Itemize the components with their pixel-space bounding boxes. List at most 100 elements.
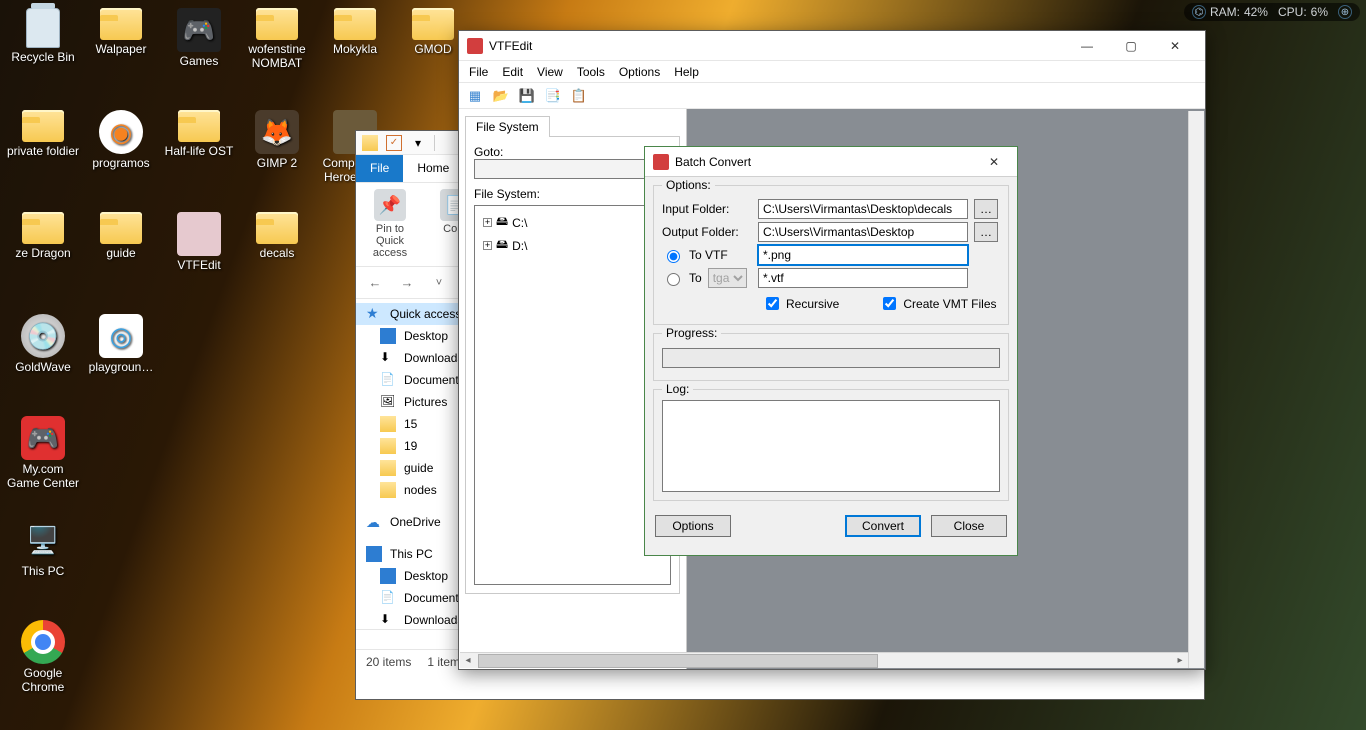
nav-recent[interactable]: ˅ — [428, 277, 450, 289]
app-chrome[interactable]: Google Chrome — [6, 620, 80, 694]
app-programos[interactable]: ◉programos — [84, 110, 158, 170]
minimize-button[interactable]: — — [1065, 32, 1109, 60]
tree-label: C:\ — [512, 216, 527, 230]
menu-view[interactable]: View — [537, 65, 563, 79]
batch-app-icon — [653, 154, 669, 170]
sidenav-label: Pictures — [404, 395, 447, 409]
radio-to-fmt-input[interactable] — [667, 273, 680, 286]
scroll-right-icon[interactable]: ▸ — [1172, 655, 1188, 666]
dialog-close-button[interactable]: ✕ — [979, 148, 1009, 176]
sidenav-label: Documents — [404, 591, 465, 605]
folder-walpaper[interactable]: Walpaper — [84, 8, 158, 56]
tab-home[interactable]: Home — [403, 155, 463, 182]
radio-to-vtf-input[interactable] — [667, 250, 680, 263]
vtfedit-app-icon — [467, 38, 483, 54]
vtfedit-hscroll[interactable]: ◂ ▸ — [460, 652, 1188, 668]
expand-icon[interactable]: + — [483, 218, 492, 227]
convert-button[interactable]: Convert — [845, 515, 921, 537]
tree-node-d[interactable]: +🖴D:\ — [483, 235, 666, 256]
icon-label: GoldWave — [6, 360, 80, 374]
log-group: Log: — [653, 389, 1009, 501]
sidenav-label: 15 — [404, 417, 417, 431]
batch-convert-dialog[interactable]: Batch Convert ✕ Options: Input Folder: …… — [644, 146, 1018, 556]
dialog-buttons: Options Convert Close — [645, 509, 1017, 547]
cloud-icon: ☁ — [366, 514, 382, 530]
icon-label: guide — [84, 246, 158, 260]
new-file-icon[interactable]: ▦ — [465, 86, 485, 106]
radio-to-fmt[interactable]: To tga — [662, 268, 758, 288]
close-button[interactable]: ✕ — [1153, 32, 1197, 60]
folder-decals[interactable]: decals — [240, 212, 314, 260]
vtfedit-titlebar[interactable]: VTFEdit — ▢ ✕ — [459, 31, 1205, 61]
goto-input[interactable] — [474, 159, 671, 179]
sidenav-label: guide — [404, 461, 433, 475]
folder-wofenstine[interactable]: wofenstine NOMBAT — [240, 8, 314, 70]
log-textarea[interactable] — [662, 400, 1000, 492]
this-pc[interactable]: 🖥️This PC — [6, 518, 80, 578]
folder-mokykla[interactable]: Mokykla — [318, 8, 392, 56]
output-folder-field[interactable] — [758, 222, 968, 242]
app-mycom[interactable]: 🎮My.com Game Center — [6, 416, 80, 490]
menu-help[interactable]: Help — [674, 65, 699, 79]
vtfedit-vscroll[interactable] — [1188, 111, 1204, 668]
open-file-icon[interactable]: 📂 — [491, 86, 511, 106]
vtfedit-menubar: File Edit View Tools Options Help — [459, 61, 1205, 83]
app-playground[interactable]: ◎playgroun… — [84, 314, 158, 374]
recursive-input[interactable] — [766, 297, 779, 310]
paste-icon[interactable]: 📋 — [569, 86, 589, 106]
input-folder-field[interactable] — [758, 199, 968, 219]
scroll-left-icon[interactable]: ◂ — [460, 655, 476, 666]
browse-output-button[interactable]: … — [974, 222, 998, 242]
sidenav-label: Downloads — [404, 613, 463, 627]
options-button[interactable]: Options — [655, 515, 731, 537]
checkbox-icon[interactable]: ✓ — [386, 135, 402, 151]
close-button[interactable]: Close — [931, 515, 1007, 537]
qat-overflow-icon[interactable]: ▾ — [410, 135, 426, 151]
menu-tools[interactable]: Tools — [577, 65, 605, 79]
pattern-in-field[interactable] — [758, 245, 968, 265]
create-vmt-checkbox[interactable]: Create VMT Files — [879, 294, 996, 313]
copy-icon[interactable]: 📑 — [543, 86, 563, 106]
icon-label: private foldier — [6, 144, 80, 158]
pattern-out-field[interactable] — [758, 268, 968, 288]
folder-games[interactable]: 🎮Games — [162, 8, 236, 68]
save-icon[interactable]: 💾 — [517, 86, 537, 106]
pin-quick-access[interactable]: 📌Pin to Quick access — [362, 189, 418, 260]
folder-guide[interactable]: guide — [84, 212, 158, 260]
app-gimp[interactable]: 🦊GIMP 2 — [240, 110, 314, 170]
drive-icon: 🖴 — [496, 212, 508, 233]
tree-node-c[interactable]: + 🖴 C:\ — [483, 212, 666, 233]
browse-input-button[interactable]: … — [974, 199, 998, 219]
downloads-icon: ⬇ — [380, 350, 396, 366]
app-goldwave[interactable]: 💿GoldWave — [6, 314, 80, 374]
sidenav-label: Desktop — [404, 569, 448, 583]
batch-titlebar[interactable]: Batch Convert ✕ — [645, 147, 1017, 177]
menu-options[interactable]: Options — [619, 65, 660, 79]
menu-file[interactable]: File — [469, 65, 488, 79]
hscroll-thumb[interactable] — [478, 654, 878, 668]
tab-filesystem[interactable]: File System — [465, 116, 550, 137]
documents-icon: 📄 — [380, 372, 396, 388]
create-vmt-input[interactable] — [883, 297, 896, 310]
progress-group: Progress: — [653, 333, 1009, 381]
folder-ze-dragon[interactable]: ze Dragon — [6, 212, 80, 260]
folder-icon — [380, 460, 396, 476]
format-select[interactable]: tga — [708, 268, 747, 288]
recursive-checkbox[interactable]: Recursive — [762, 294, 839, 313]
folder-private[interactable]: private foldier — [6, 110, 80, 158]
folder-hl-ost[interactable]: Half-life OST — [162, 110, 236, 158]
maximize-button[interactable]: ▢ — [1109, 32, 1153, 60]
radio-to-vtf[interactable]: To VTF — [662, 247, 758, 263]
recycle-bin[interactable]: Recycle Bin — [6, 8, 80, 64]
tab-file[interactable]: File — [356, 155, 403, 182]
filesystem-tree[interactable]: + 🖴 C:\ +🖴D:\ — [474, 205, 671, 585]
nav-back[interactable]: ← — [364, 275, 386, 290]
folder-icon — [380, 482, 396, 498]
progress-legend: Progress: — [662, 326, 721, 340]
menu-edit[interactable]: Edit — [502, 65, 523, 79]
window-title: VTFEdit — [489, 39, 532, 53]
expand-icon[interactable]: + — [483, 241, 492, 250]
chk-label: Recursive — [786, 297, 839, 311]
app-vtfedit[interactable]: VTFEdit — [162, 212, 236, 272]
nav-forward[interactable]: → — [396, 275, 418, 290]
